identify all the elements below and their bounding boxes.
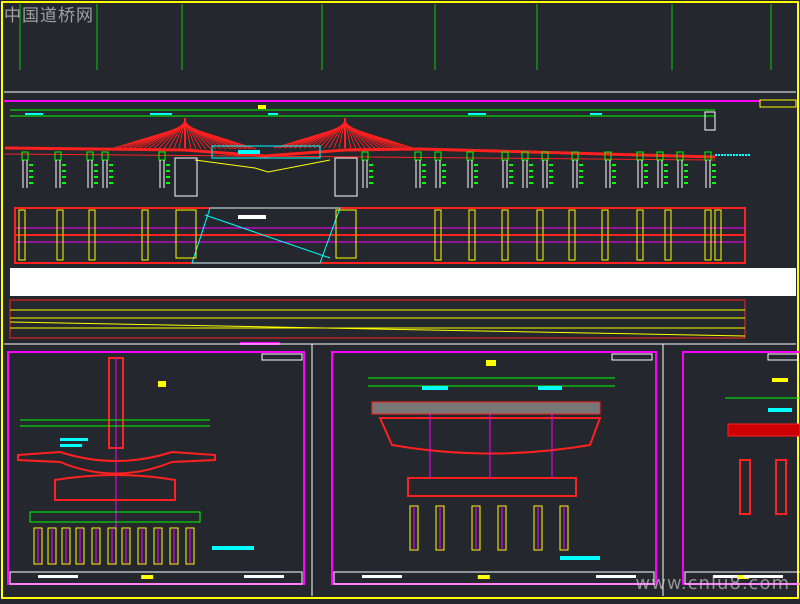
blank-band <box>10 268 796 296</box>
profile-rows <box>10 309 745 329</box>
girder-cross-section <box>368 360 615 560</box>
pile <box>169 527 179 565</box>
pile <box>47 527 57 565</box>
pile <box>153 527 163 565</box>
pier <box>158 151 170 188</box>
cad-drawing <box>1 1 800 599</box>
plan-note <box>238 215 266 219</box>
pile <box>75 527 85 565</box>
scale-box <box>759 99 797 108</box>
profile-strip <box>9 299 746 339</box>
top-grid-lines <box>19 4 772 70</box>
pier <box>54 151 66 188</box>
pier <box>86 151 98 188</box>
pile-group-1 <box>33 527 195 565</box>
section-sheet-2 <box>331 351 657 585</box>
pile <box>121 527 131 565</box>
pier <box>466 151 478 188</box>
abutment-marker <box>704 111 716 131</box>
profile-grade-line <box>9 321 746 337</box>
pile <box>91 527 101 565</box>
pile <box>107 527 117 565</box>
pier <box>101 151 113 188</box>
pile <box>533 505 543 551</box>
title-block <box>9 571 303 585</box>
pier <box>521 151 533 188</box>
pylon-foundations <box>174 157 358 197</box>
pylon-cross-section <box>17 357 254 550</box>
watermark-top-left: 中国道桥网 <box>4 6 94 26</box>
elevation-dimension-lines <box>10 109 715 117</box>
middle-span-profile <box>194 159 331 173</box>
crossing-diagonal <box>204 214 331 259</box>
pile <box>435 505 445 551</box>
pier <box>656 151 668 188</box>
section-sheet-3 <box>682 351 800 585</box>
watermark-bottom-right: www.cnlu8.com <box>635 573 790 594</box>
cad-drawing-canvas: 中国道桥网 www.cnlu8.com <box>0 0 800 600</box>
pile-group-2 <box>409 505 569 551</box>
section-sheets <box>7 351 800 585</box>
pile <box>559 505 569 551</box>
pile <box>33 527 43 565</box>
pier <box>541 151 553 188</box>
title-block <box>333 571 655 585</box>
pier <box>21 151 33 188</box>
pile <box>471 505 481 551</box>
elevation-dimension-labels <box>25 113 602 115</box>
elevation-label <box>258 105 266 109</box>
pile <box>61 527 71 565</box>
pier <box>604 151 616 188</box>
pier <box>501 151 513 188</box>
pier <box>571 151 583 188</box>
middle-span-label <box>238 150 260 154</box>
pile <box>185 527 195 565</box>
pile <box>497 505 507 551</box>
pile <box>409 505 419 551</box>
pile <box>137 527 147 565</box>
stay-cables <box>113 119 417 150</box>
partial-cross-section <box>725 378 800 515</box>
pier <box>636 151 648 188</box>
